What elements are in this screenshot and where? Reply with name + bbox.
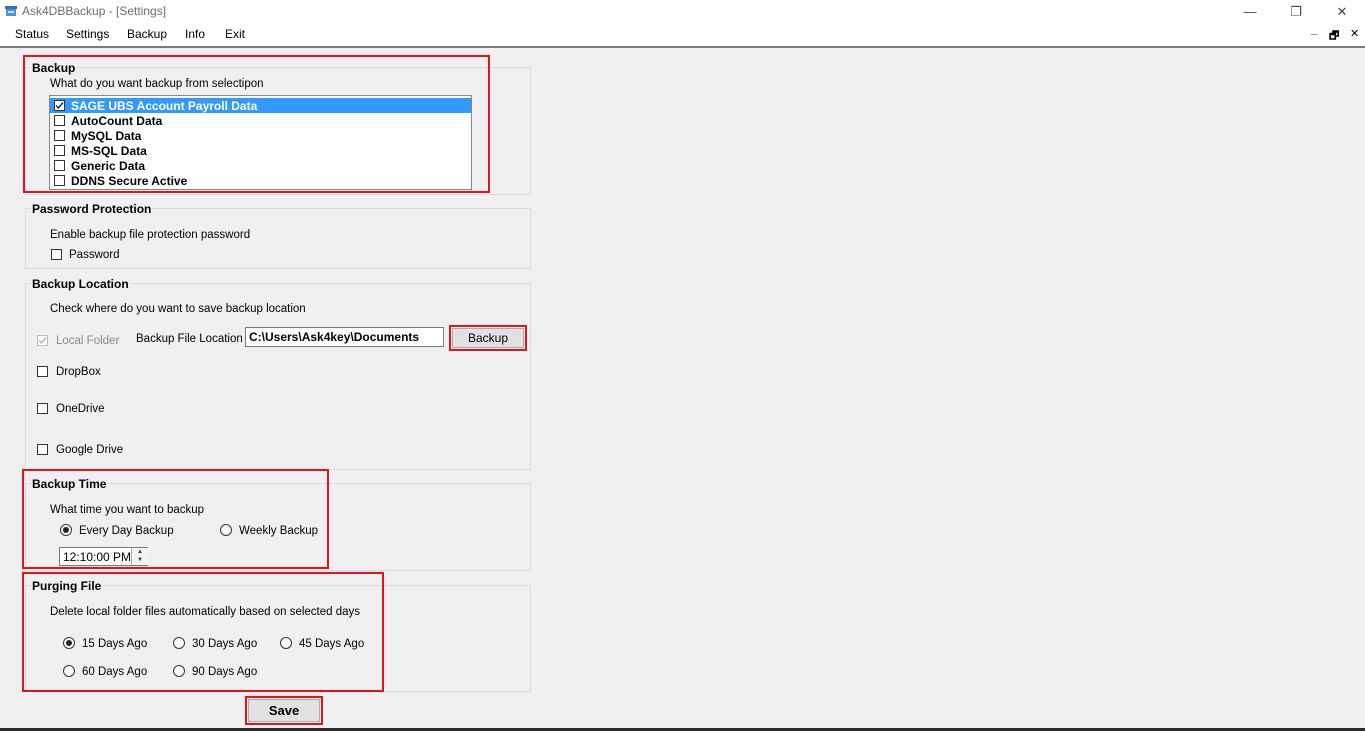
dropbox-label: DropBox	[56, 366, 101, 378]
time-highlight	[22, 469, 329, 569]
mdi-minimize-icon[interactable]: _	[1311, 24, 1317, 36]
password-label: Password	[69, 249, 120, 261]
onedrive-label: OneDrive	[56, 403, 105, 415]
local-folder-checkbox[interactable]	[37, 335, 48, 346]
location-prompt: Check where do you want to save backup l…	[50, 303, 306, 315]
close-icon: ✕	[1336, 3, 1348, 19]
window-title: Ask4DBBackup - [Settings]	[22, 4, 167, 18]
menu-backup[interactable]: Backup	[127, 27, 167, 41]
purge-highlight	[22, 572, 384, 692]
close-window-button[interactable]: ✕	[1319, 0, 1365, 23]
location-group-title: Backup Location	[31, 277, 130, 291]
local-folder-label: Local Folder	[56, 335, 120, 347]
backup-path-input[interactable]: C:\Users\Ask4key\Documents	[245, 327, 444, 347]
password-prompt: Enable backup file protection password	[50, 229, 251, 241]
app-database-icon	[4, 4, 18, 18]
file-location-label: Backup File Location	[136, 333, 243, 345]
backup-highlight	[23, 55, 490, 193]
password-checkbox[interactable]	[51, 249, 62, 260]
mdi-close-icon[interactable]: ✕	[1350, 27, 1359, 40]
checkmark-icon	[38, 337, 47, 345]
minimize-button[interactable]: —	[1227, 0, 1273, 23]
minimize-icon: —	[1243, 4, 1257, 19]
mdi-restore-icon[interactable]: 🗗	[1329, 27, 1339, 46]
menu-status[interactable]: Status	[15, 27, 49, 41]
googledrive-checkbox[interactable]	[37, 444, 48, 455]
browse-highlight	[449, 325, 527, 351]
restore-icon: ❐	[1290, 3, 1302, 19]
menu-exit[interactable]: Exit	[225, 27, 245, 41]
restore-button[interactable]: ❐	[1273, 0, 1319, 23]
title-bar[interactable]	[0, 0, 1365, 23]
dropbox-checkbox[interactable]	[37, 366, 48, 377]
menu-info[interactable]: Info	[185, 27, 205, 41]
menu-settings[interactable]: Settings	[66, 27, 109, 41]
onedrive-checkbox[interactable]	[37, 403, 48, 414]
save-highlight	[245, 696, 323, 725]
googledrive-label: Google Drive	[56, 444, 124, 456]
password-group-title: Password Protection	[31, 202, 153, 216]
